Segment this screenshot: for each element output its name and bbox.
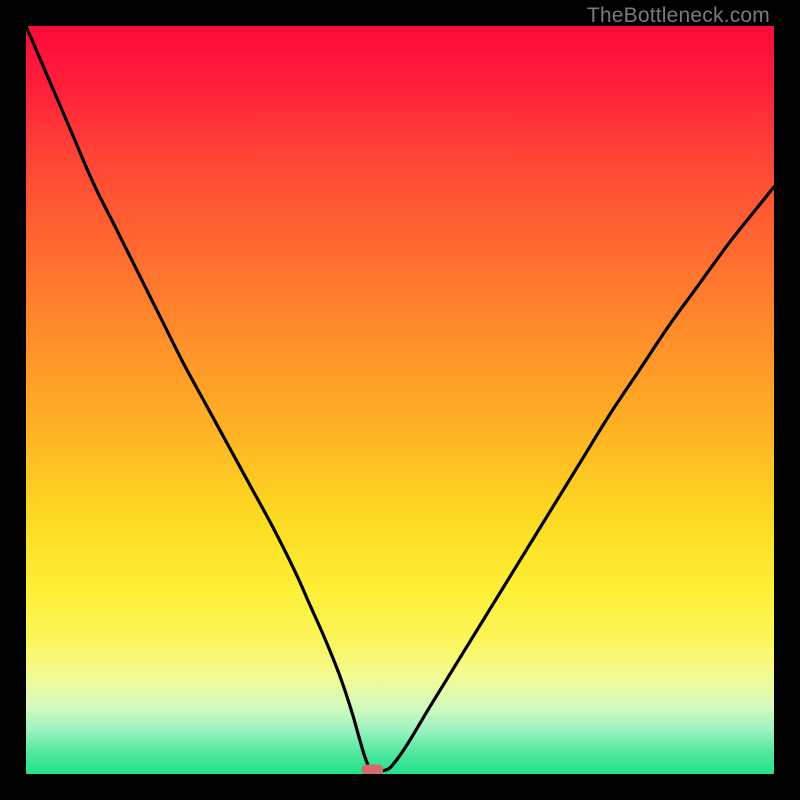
bottleneck-curve-path	[26, 26, 774, 771]
curve-svg	[26, 26, 774, 774]
chart-frame: TheBottleneck.com	[0, 0, 800, 800]
minimum-marker	[361, 765, 383, 774]
plot-area	[26, 26, 774, 774]
watermark-text: TheBottleneck.com	[587, 4, 770, 28]
